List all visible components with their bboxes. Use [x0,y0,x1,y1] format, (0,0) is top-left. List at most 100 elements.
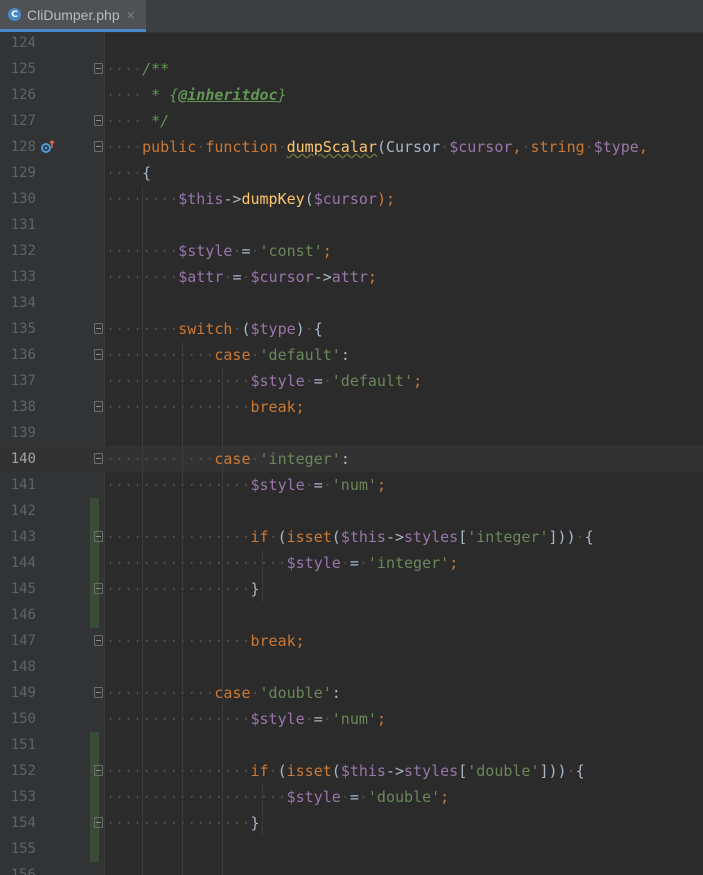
whitespace: · [250,450,260,468]
code-token: -> [385,762,405,780]
code-text: ····················$style·=·'integer'; [106,550,458,576]
line-number: 139 [10,425,36,441]
tab-clidumper[interactable]: C CliDumper.php × [0,0,146,32]
vcs-change-marker[interactable] [90,550,99,576]
code-token: attr [331,268,368,286]
fold-marker[interactable] [94,453,103,464]
code-line[interactable]: 129 ····{ [0,160,703,186]
code-line[interactable]: 127 ···· */ [0,108,703,134]
code-line[interactable]: 125 ····/** [0,56,703,82]
code-text: ····{ [106,160,151,186]
fold-marker[interactable] [94,765,103,776]
code-token: [ [458,528,468,546]
line-number: 146 [10,607,36,623]
code-token: } [250,580,260,598]
code-line[interactable]: 138 ················break; [0,394,703,420]
vcs-change-marker[interactable] [90,602,99,628]
code-line[interactable]: 153 ····················$style·=·'double'… [0,784,703,810]
vcs-change-marker[interactable] [90,498,99,524]
code-line[interactable]: 149 ············case·'double': [0,680,703,706]
code-line[interactable]: 155 [0,836,703,862]
code-line[interactable]: 143 ················if·(isset($this->styl… [0,524,703,550]
vcs-change-marker[interactable] [90,732,99,758]
code-line[interactable]: 136 ············case·'default': [0,342,703,368]
code-line[interactable]: 139 [0,420,703,446]
code-token: function [205,138,278,156]
indent-guide [262,784,263,836]
indent-whitespace: ················ [106,710,251,728]
code-token: switch [178,320,233,338]
fold-marker[interactable] [94,583,103,594]
fold-marker[interactable] [94,687,103,698]
code-text: ················break; [106,394,305,420]
line-number: 147 [10,633,36,649]
fold-marker[interactable] [94,401,103,412]
whitespace: · [322,372,332,390]
implements-method-icon[interactable] [41,140,55,154]
code-line[interactable]: 154 ················} [0,810,703,836]
fold-marker[interactable] [94,531,103,542]
whitespace: · [250,684,260,702]
code-token: isset [286,762,332,780]
code-line[interactable]: 152 ················if·(isset($this->styl… [0,758,703,784]
code-line[interactable]: 156 [0,862,703,875]
line-number: 126 [10,87,36,103]
fold-marker[interactable] [94,349,103,360]
line-number: 149 [10,685,36,701]
close-icon[interactable]: × [126,8,136,22]
code-token: = [313,710,323,728]
code-line[interactable]: 146 [0,602,703,628]
code-token: ; [413,372,423,390]
code-text: ····················$style·=·'double'; [106,784,449,810]
vcs-change-marker[interactable] [90,836,99,862]
code-line[interactable]: 140 ············case·'integer': [0,446,703,472]
code-line[interactable]: 134 [0,290,703,316]
code-line[interactable]: 137 ················$style·=·'default'; [0,368,703,394]
code-line[interactable]: 142 [0,498,703,524]
code-line[interactable]: 128 ····public·function·dumpScalar(Cursor… [0,134,703,160]
code-line[interactable]: 151 [0,732,703,758]
fold-marker[interactable] [94,63,103,74]
whitespace: · [322,476,332,494]
code-token: */ [142,112,170,130]
vcs-change-marker[interactable] [90,784,99,810]
code-token: { [313,320,323,338]
whitespace: · [584,138,594,156]
code-token: break [250,398,296,416]
fold-marker[interactable] [94,323,103,334]
code-token: } [277,86,287,104]
code-token: 'integer' [367,554,450,572]
code-text: ···· * {@inheritdoc} [106,82,287,108]
code-token: ; [367,268,377,286]
code-line[interactable]: 145 ················} [0,576,703,602]
indent-whitespace: ················ [106,814,251,832]
fold-marker[interactable] [94,635,103,646]
code-token: string [530,138,585,156]
code-line[interactable]: 150 ················$style·=·'num'; [0,706,703,732]
fold-marker[interactable] [94,115,103,126]
indent-whitespace: ···· [106,60,143,78]
code-token: 'default' [259,346,341,364]
code-line[interactable]: 132 ········$style·=·'const'; [0,238,703,264]
code-text: ····/** [106,56,169,82]
indent-whitespace: ···· [106,138,143,156]
code-token: ])) [548,528,576,546]
code-line[interactable]: 130 ········$this->dumpKey($cursor); [0,186,703,212]
code-line[interactable]: 147 ················break; [0,628,703,654]
fold-marker[interactable] [94,817,103,828]
fold-marker[interactable] [94,141,103,152]
editor-tab-bar: C CliDumper.php × [0,0,703,33]
code-line[interactable]: 141 ················$style·=·'num'; [0,472,703,498]
code-token: : [331,684,341,702]
code-line[interactable]: 148 [0,654,703,680]
code-line[interactable]: 144 ····················$style·=·'integer… [0,550,703,576]
code-line[interactable]: 124 [0,32,703,56]
line-number: 125 [10,61,36,77]
code-editor[interactable]: 124 125 ····/** 126 ···· * {@inheritdoc} 127 ·… [0,32,703,875]
code-line[interactable]: 131 [0,212,703,238]
code-line[interactable]: 133 ········$attr·=·$cursor->attr; [0,264,703,290]
code-line[interactable]: 135 ········switch·($type)·{ [0,316,703,342]
code-line[interactable]: 126 ···· * {@inheritdoc} [0,82,703,108]
line-number: 133 [10,269,36,285]
indent-guide [182,342,183,875]
